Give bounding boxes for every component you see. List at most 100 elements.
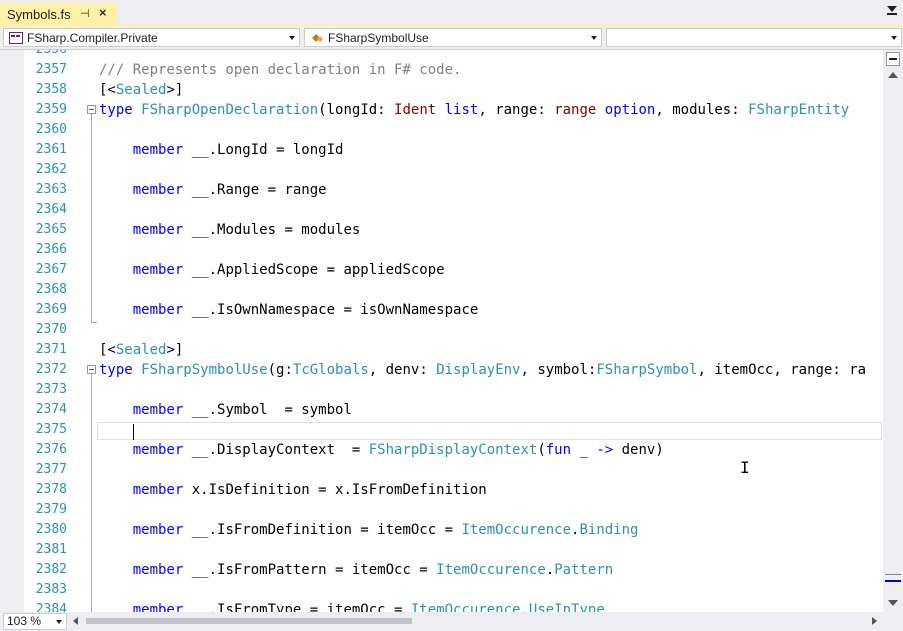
code-line: 2384 member __.IsFromType = itemOcc = It… bbox=[0, 600, 883, 612]
project-dropdown[interactable]: FSharp.Compiler.Private bbox=[3, 28, 300, 47]
code-text: /// Represents open declaration in F# co… bbox=[99, 62, 462, 78]
code-text: member __.LongId = longId bbox=[132, 142, 344, 158]
line-number: 2373 bbox=[35, 382, 67, 397]
tab-overflow-bar bbox=[887, 13, 897, 15]
caret-position-marker bbox=[885, 580, 901, 582]
scroll-up-icon[interactable] bbox=[888, 72, 898, 78]
line-number: 2372 bbox=[35, 362, 67, 377]
code-line: 2381 bbox=[0, 540, 883, 560]
collapse-icon[interactable] bbox=[87, 105, 96, 114]
line-number: 2357 bbox=[35, 62, 67, 77]
line-number: 2371 bbox=[35, 342, 67, 357]
line-number: 2364 bbox=[35, 202, 67, 217]
line-number: 2379 bbox=[35, 502, 67, 517]
line-number: 2370 bbox=[35, 322, 67, 337]
line-number: 2363 bbox=[35, 182, 67, 197]
chevron-down-icon bbox=[891, 36, 897, 40]
code-line: 2377 bbox=[0, 460, 883, 480]
horizontal-scroll-thumb[interactable] bbox=[86, 618, 412, 624]
line-number: 2376 bbox=[35, 442, 67, 457]
line-number: 2383 bbox=[35, 582, 67, 597]
line-number: 2380 bbox=[35, 522, 67, 537]
project-icon bbox=[9, 31, 23, 44]
code-line: 2376 member __.DisplayContext = FSharpDi… bbox=[0, 440, 883, 460]
code-line: 2379 bbox=[0, 500, 883, 520]
code-text: member __.IsOwnNamespace = isOwnNamespac… bbox=[132, 302, 479, 318]
code-line: 2366 bbox=[0, 240, 883, 260]
code-line: 2383 bbox=[0, 580, 883, 600]
line-number: 2369 bbox=[35, 302, 67, 317]
type-dropdown[interactable]: FSharpSymbolUse bbox=[304, 28, 602, 47]
type-dropdown-value: FSharpSymbolUse bbox=[328, 30, 429, 45]
member-dropdown[interactable] bbox=[606, 28, 902, 47]
line-number: 2356 bbox=[24, 50, 67, 57]
code-text: [<Sealed>] bbox=[99, 342, 184, 358]
zoom-dropdown[interactable]: 103 % bbox=[3, 613, 67, 630]
line-number: 2377 bbox=[35, 462, 67, 477]
tab-strip: Symbols.fs ⊣ × bbox=[0, 0, 903, 26]
line-number: 2358 bbox=[35, 82, 67, 97]
line-number: 2360 bbox=[35, 122, 67, 137]
collapse-icon[interactable] bbox=[87, 365, 96, 374]
bottom-bar: 103 % bbox=[0, 612, 903, 631]
code-line: 2373 bbox=[0, 380, 883, 400]
navigation-bar: FSharp.Compiler.Private FSharpSymbolUse bbox=[0, 27, 903, 50]
chevron-down-icon bbox=[56, 620, 62, 624]
scroll-down-icon[interactable] bbox=[888, 600, 898, 606]
line-number: 2362 bbox=[35, 162, 67, 177]
vertical-scrollbar[interactable] bbox=[883, 50, 903, 612]
code-text: member __.IsFromType = itemOcc = ItemOcc… bbox=[132, 602, 605, 612]
code-text: member x.IsDefinition = x.IsFromDefiniti… bbox=[132, 482, 487, 498]
code-line: 2368 bbox=[0, 280, 883, 300]
tab-symbols-fs[interactable]: Symbols.fs ⊣ × bbox=[0, 3, 117, 26]
code-text: member __.Modules = modules bbox=[132, 222, 361, 238]
code-line: 2380 member __.IsFromDefinition = itemOc… bbox=[0, 520, 883, 540]
code-line: 2359 type FSharpOpenDeclaration(longId: I… bbox=[0, 100, 883, 120]
scroll-position-marker bbox=[885, 574, 901, 575]
code-line: 2358 [<Sealed>] bbox=[0, 80, 883, 100]
line-number: 2382 bbox=[35, 562, 67, 577]
code-line: 2364 bbox=[0, 200, 883, 220]
scroll-right-icon[interactable] bbox=[872, 617, 877, 625]
line-number: 2374 bbox=[35, 402, 67, 417]
code-line: 2369 member __.IsOwnNamespace = isOwnNam… bbox=[0, 300, 883, 320]
code-line: 2362 bbox=[0, 160, 883, 180]
code-line: 2367 member __.AppliedScope = appliedSco… bbox=[0, 260, 883, 280]
line-number: 2381 bbox=[35, 542, 67, 557]
split-window-icon[interactable] bbox=[886, 52, 900, 66]
line-number: 2367 bbox=[35, 262, 67, 277]
code-text: type FSharpOpenDeclaration(longId: Ident… bbox=[99, 102, 850, 118]
code-line: 2360 bbox=[0, 120, 883, 140]
code-text: member __.AppliedScope = appliedScope bbox=[132, 262, 445, 278]
project-dropdown-value: FSharp.Compiler.Private bbox=[27, 30, 158, 45]
code-text: member __.IsFromPattern = itemOcc = Item… bbox=[132, 562, 614, 578]
zoom-level: 103 % bbox=[7, 614, 42, 628]
chevron-down-icon bbox=[289, 36, 295, 40]
code-text: member __.IsFromDefinition = itemOcc = I… bbox=[132, 522, 639, 538]
pin-icon[interactable]: ⊣ bbox=[80, 7, 90, 20]
tab-overflow-icon[interactable] bbox=[887, 6, 897, 12]
code-text: member __.Range = range bbox=[132, 182, 327, 198]
code-line: 2375 bbox=[0, 420, 883, 440]
code-line: 2357 /// Represents open declaration in F… bbox=[0, 60, 883, 80]
close-icon[interactable]: × bbox=[99, 5, 107, 20]
code-line: 2378 member x.IsDefinition = x.IsFromDef… bbox=[0, 480, 883, 500]
code-text: type FSharpSymbolUse(g:TcGlobals, denv: … bbox=[99, 362, 867, 378]
vertical-scroll-thumb[interactable] bbox=[887, 85, 899, 573]
code-line: 2370 bbox=[0, 320, 883, 340]
chevron-down-icon bbox=[591, 36, 597, 40]
code-line: 2356 bbox=[0, 50, 883, 60]
line-number: 2365 bbox=[35, 222, 67, 237]
code-line: 2361 member __.LongId = longId bbox=[0, 140, 883, 160]
line-number: 2375 bbox=[35, 422, 67, 437]
code-line: 2372 type FSharpSymbolUse(g:TcGlobals, de… bbox=[0, 360, 883, 380]
line-number: 2384 bbox=[35, 602, 67, 612]
code-editor[interactable]: I 23562357/// Represents open declaratio… bbox=[0, 50, 883, 612]
line-number: 2366 bbox=[35, 242, 67, 257]
code-line: 2382 member __.IsFromPattern = itemOcc =… bbox=[0, 560, 883, 580]
code-text: member __.Symbol = symbol bbox=[132, 402, 352, 418]
scroll-left-icon[interactable] bbox=[73, 617, 78, 625]
class-icon bbox=[312, 33, 323, 42]
line-number: 2368 bbox=[35, 282, 67, 297]
code-text: [<Sealed>] bbox=[99, 82, 184, 98]
